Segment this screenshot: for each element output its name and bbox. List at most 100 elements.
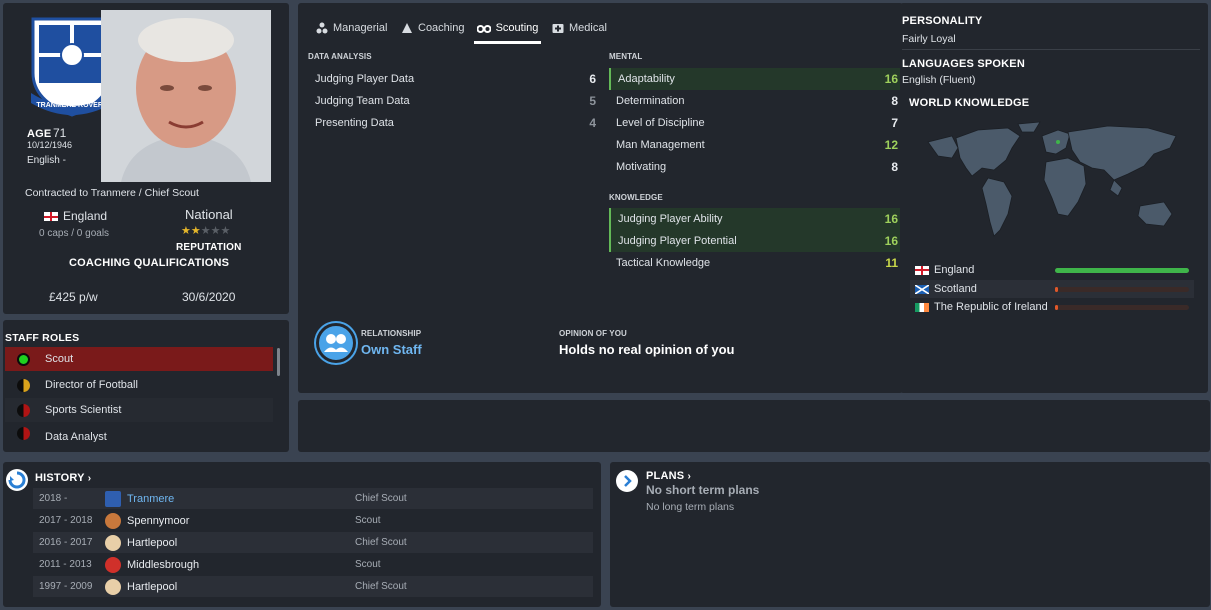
attribute-row: Adaptability 16	[609, 68, 900, 90]
history-title: HISTORY	[35, 472, 85, 484]
tab-managerial[interactable]: Managerial	[316, 12, 387, 44]
world-knowledge-row[interactable]: Scotland	[910, 280, 1194, 298]
roles-scrollbar[interactable]	[277, 348, 280, 376]
history-role: Chief Scout	[355, 493, 407, 504]
attribute-name: Determination	[616, 95, 685, 107]
role-label: Data Analyst	[45, 431, 107, 442]
history-role: Chief Scout	[355, 581, 407, 592]
knowledge-bar-fill	[1055, 267, 1189, 273]
tab-label: Coaching	[418, 22, 465, 34]
hartlepool-badge-icon	[105, 534, 121, 551]
history-club[interactable]: Middlesbrough	[127, 559, 355, 571]
attribute-name: Judging Player Ability	[618, 213, 723, 225]
attribute-row: Level of Discipline 7	[609, 112, 900, 134]
tab-medical[interactable]: Medical	[552, 12, 607, 44]
history-years: 2018 -	[39, 493, 68, 504]
tab-label: Medical	[569, 22, 607, 34]
history-row[interactable]: 2017 - 2018 Spennymoor Scout	[33, 510, 593, 531]
history-role: Chief Scout	[355, 537, 407, 548]
tranmere-badge-icon	[105, 490, 121, 507]
history-club[interactable]: Spennymoor	[127, 515, 355, 527]
role-director-icon	[17, 378, 30, 392]
knowledge-bar-fill	[1055, 304, 1058, 310]
tab-scouting[interactable]: Scouting	[474, 12, 541, 44]
knowledge-heading: KNOWLEDGE	[609, 193, 663, 202]
attribute-row: Presenting Data 4	[308, 112, 598, 134]
history-years: 2011 - 2013	[39, 559, 92, 570]
plans-title: PLANS	[646, 470, 685, 482]
history-row[interactable]: 2016 - 2017 Hartlepool Chief Scout	[33, 532, 593, 553]
coaching-quals-heading[interactable]: COACHING QUALIFICATIONS	[69, 257, 229, 269]
history-club[interactable]: Tranmere	[127, 493, 355, 505]
history-heading[interactable]: HISTORY ›	[35, 472, 91, 484]
relationship-label: RELATIONSHIP	[361, 329, 422, 338]
personality-value: Fairly Loyal	[902, 33, 956, 45]
attribute-row: Motivating 8	[609, 156, 900, 178]
role-data-analyst-icon	[17, 427, 30, 440]
plans-heading[interactable]: PLANS ›	[646, 470, 691, 482]
contract-end-date: 30/6/2020	[182, 290, 236, 304]
profile-panel: TRANMERE ROVERS AGE 71 10/12/1946 Englis…	[3, 3, 289, 314]
england-flag-icon	[44, 212, 58, 221]
attribute-value: 6	[589, 72, 596, 86]
attribute-value: 16	[884, 212, 898, 226]
date-of-birth: 10/12/1946	[27, 140, 73, 150]
attribute-name: Judging Team Data	[315, 95, 410, 107]
caps-goals: 0 caps / 0 goals	[39, 228, 110, 239]
mental-heading: MENTAL	[609, 52, 643, 61]
history-years: 2016 - 2017	[39, 537, 93, 548]
country-name: The Republic of Ireland	[934, 301, 1048, 313]
attribute-value: 7	[891, 116, 898, 130]
wage: £425 p/w	[49, 290, 98, 304]
attribute-row: Tactical Knowledge 11	[609, 252, 900, 274]
reputation-stars: ★★★★★	[181, 225, 231, 237]
england-flag-icon	[915, 265, 929, 275]
nation-name[interactable]: England	[63, 209, 107, 223]
languages-value: English (Fluent)	[902, 74, 976, 86]
attribute-row: Judging Team Data 5	[308, 90, 598, 112]
relationship-value: Own Staff	[361, 342, 422, 357]
attribute-row: Man Management 12	[609, 134, 900, 156]
country-name: Scotland	[934, 283, 977, 295]
attribute-row: Judging Player Potential 16	[609, 230, 900, 252]
staff-roles-heading: STAFF ROLES	[5, 332, 80, 344]
attribute-value: 16	[884, 234, 898, 248]
attribute-row: Judging Player Data 6	[308, 68, 598, 90]
attribute-name: Presenting Data	[315, 117, 394, 129]
plans-icon[interactable]	[616, 470, 638, 492]
history-club[interactable]: Hartlepool	[127, 581, 355, 593]
age-label: AGE	[27, 128, 52, 140]
world-knowledge-row[interactable]: The Republic of Ireland	[910, 298, 1194, 316]
attribute-value: 8	[891, 94, 898, 108]
history-row[interactable]: 2018 - Tranmere Chief Scout	[33, 488, 593, 509]
attribute-name: Tactical Knowledge	[616, 257, 711, 269]
tab-label: Managerial	[333, 22, 388, 34]
short-term-plans: No short term plans	[646, 483, 760, 497]
role-label: Sports Scientist	[45, 404, 122, 416]
history-icon	[6, 469, 28, 491]
role-scout-icon	[17, 352, 30, 366]
knowledge-bar	[1055, 267, 1189, 273]
history-row[interactable]: 2011 - 2013 Middlesbrough Scout	[33, 554, 593, 575]
contract-info: Contracted to Tranmere / Chief Scout	[25, 187, 199, 199]
age-value: 71	[53, 126, 67, 140]
role-item-sports-scientist[interactable]: Sports Scientist	[5, 398, 273, 422]
reputation-label: REPUTATION	[176, 242, 242, 250]
divider	[902, 49, 1200, 50]
role-item-data-analyst[interactable]: Data Analyst	[5, 424, 273, 442]
tab-coaching[interactable]: Coaching	[401, 12, 464, 44]
coaching-icon	[402, 23, 412, 33]
country-name: England	[934, 264, 975, 276]
history-row[interactable]: 1997 - 2009 Hartlepool Chief Scout	[33, 576, 593, 597]
role-item-scout[interactable]: Scout	[5, 347, 273, 371]
world-knowledge-row[interactable]: England	[910, 261, 1194, 279]
role-label: Scout	[45, 353, 74, 365]
attribute-name: Judging Player Potential	[618, 235, 737, 247]
attribute-row: Judging Player Ability 16	[609, 208, 900, 230]
opinion-value: Holds no real opinion of you	[559, 342, 735, 357]
nationality-line: English -	[27, 155, 66, 166]
world-map	[908, 118, 1194, 256]
history-club[interactable]: Hartlepool	[127, 537, 355, 549]
role-item-director-of-football[interactable]: Director of Football	[5, 373, 273, 397]
languages-heading: LANGUAGES SPOKEN	[902, 58, 1025, 70]
